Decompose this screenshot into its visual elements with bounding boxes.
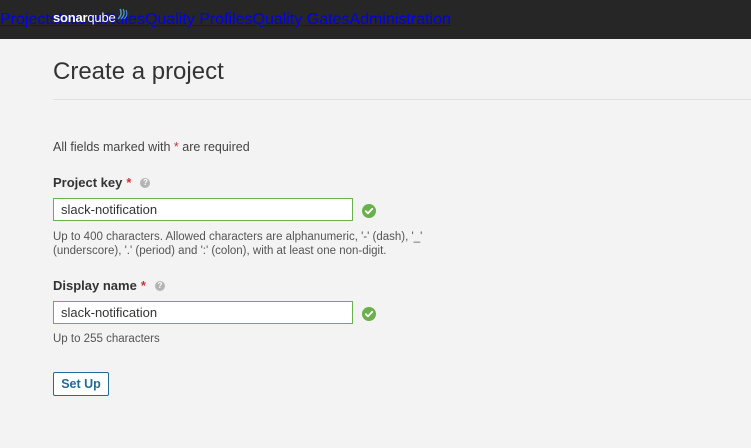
display-name-label-text: Display name xyxy=(53,278,137,293)
logo-text-sonar: sonar xyxy=(53,10,88,25)
project-key-required-star: * xyxy=(126,175,132,190)
required-note-after: are required xyxy=(182,140,250,154)
project-key-input[interactable] xyxy=(53,198,353,221)
display-name-hint: Up to 255 characters xyxy=(53,333,160,345)
nav-administration[interactable]: Administration xyxy=(349,11,450,29)
project-key-help-icon[interactable]: ? xyxy=(140,177,151,188)
logo-waves-icon xyxy=(117,8,127,20)
title-divider xyxy=(53,99,751,100)
top-navigation-bar: sonar qube Projects Issues Rules Quality … xyxy=(0,0,751,39)
project-key-hint: Up to 400 characters. Allowed characters… xyxy=(53,231,422,258)
required-star: * xyxy=(173,140,179,154)
page-title: Create a project xyxy=(53,58,224,85)
display-name-input[interactable] xyxy=(53,301,353,324)
project-key-label-text: Project key xyxy=(53,175,123,190)
required-fields-note: All fields marked with * are required xyxy=(53,140,250,154)
display-name-label: Display name * ? xyxy=(53,278,165,293)
project-key-valid-icon xyxy=(362,204,376,218)
project-key-hint-line2: (underscore), '.' (period) and ':' (colo… xyxy=(53,244,387,257)
display-name-required-star: * xyxy=(140,278,146,293)
nav-projects[interactable]: Projects xyxy=(0,11,58,29)
logo-text-qube: qube xyxy=(87,10,116,25)
nav-quality-profiles[interactable]: Quality Profiles xyxy=(145,11,253,29)
project-key-hint-line1: Up to 400 characters. Allowed characters… xyxy=(53,231,423,243)
nav-quality-gates[interactable]: Quality Gates xyxy=(253,11,350,29)
required-note-before: All fields marked with xyxy=(53,140,171,154)
display-name-help-icon[interactable]: ? xyxy=(154,280,165,291)
display-name-valid-icon xyxy=(362,307,376,321)
sonarqube-logo[interactable]: sonar qube xyxy=(53,8,129,26)
set-up-button[interactable]: Set Up xyxy=(53,372,109,396)
project-key-label: Project key * ? xyxy=(53,175,151,190)
